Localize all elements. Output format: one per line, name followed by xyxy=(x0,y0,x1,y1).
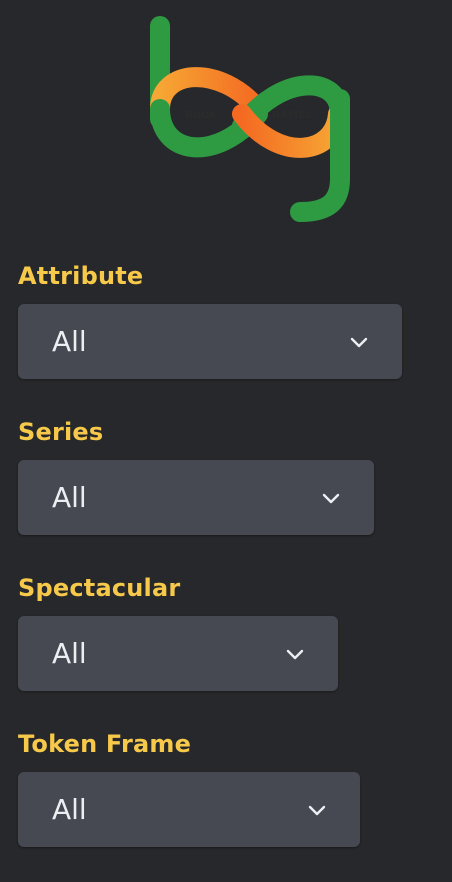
logo-text-right: GAMES xyxy=(272,110,312,121)
spectacular-select-value: All xyxy=(52,637,87,670)
chevron-down-icon xyxy=(286,649,304,660)
chevron-down-icon xyxy=(322,493,340,504)
filter-token-frame: Token Frame All xyxy=(18,730,360,847)
attribute-select[interactable]: All xyxy=(18,304,402,379)
filter-token-frame-label: Token Frame xyxy=(18,730,192,758)
chevron-down-icon xyxy=(308,805,326,816)
filter-spectacular-label: Spectacular xyxy=(18,574,181,602)
chevron-down-icon xyxy=(350,337,368,348)
spectacular-select[interactable]: All xyxy=(18,616,338,691)
filter-series-label: Series xyxy=(18,418,104,446)
token-frame-select[interactable]: All xyxy=(18,772,360,847)
attribute-select-value: All xyxy=(52,325,87,358)
brand-logo: BOOK GAMES xyxy=(140,14,360,229)
filter-attribute-label: Attribute xyxy=(18,262,144,290)
token-frame-select-value: All xyxy=(52,793,87,826)
series-select[interactable]: All xyxy=(18,460,374,535)
filter-attribute: Attribute All xyxy=(18,262,402,379)
series-select-value: All xyxy=(52,481,87,514)
logo-text-left: BOOK xyxy=(185,110,219,121)
filter-series: Series All xyxy=(18,418,374,535)
filter-spectacular: Spectacular All xyxy=(18,574,338,691)
